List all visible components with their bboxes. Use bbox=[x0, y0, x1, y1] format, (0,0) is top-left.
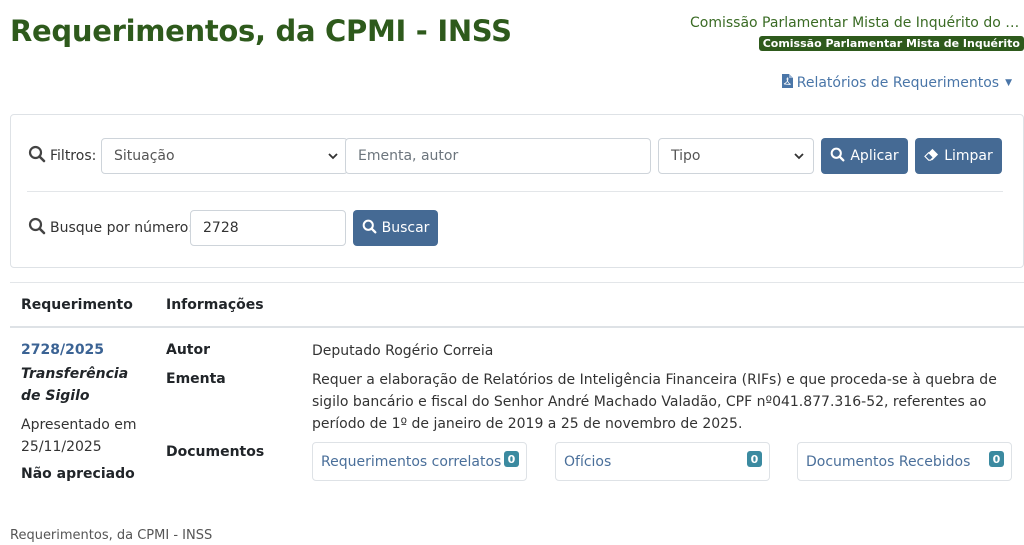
apply-button-label: Aplicar bbox=[850, 148, 899, 164]
received-documents-count-badge: 0 bbox=[989, 451, 1004, 467]
related-requirements-card[interactable]: Requerimentos correlatos 0 bbox=[312, 442, 527, 481]
filters-label-group: Filtros: bbox=[28, 138, 96, 174]
oficios-label: Ofícios bbox=[564, 454, 612, 470]
caret-down-icon: ▼ bbox=[1005, 78, 1012, 88]
search-icon bbox=[28, 145, 46, 167]
number-search-label: Busque por número: bbox=[50, 220, 193, 236]
chevron-down-icon bbox=[794, 153, 804, 160]
situacao-select[interactable]: Situação bbox=[101, 138, 348, 174]
tipo-select-value: Tipo bbox=[671, 148, 701, 164]
table-header-border bbox=[10, 326, 1024, 328]
table-top-border bbox=[10, 282, 1024, 283]
column-header-informacoes: Informações bbox=[166, 297, 264, 313]
search-button-label: Buscar bbox=[381, 220, 430, 236]
oficios-count-badge: 0 bbox=[747, 451, 762, 467]
author-label: Autor bbox=[166, 342, 211, 358]
requirement-subject: Transferência de Sigilo bbox=[21, 366, 129, 404]
reports-dropdown[interactable]: Relatórios de Requerimentos ▼ bbox=[781, 74, 1012, 92]
ementa-autor-input[interactable]: Ementa, autor bbox=[345, 138, 651, 174]
search-icon bbox=[362, 219, 377, 238]
related-requirements-label: Requerimentos correlatos bbox=[321, 454, 502, 470]
documents-label: Documentos bbox=[166, 444, 265, 460]
eraser-icon bbox=[924, 147, 939, 166]
tipo-select[interactable]: Tipo bbox=[658, 138, 814, 174]
oficios-card[interactable]: Ofícios 0 bbox=[555, 442, 770, 481]
ementa-label: Ementa bbox=[166, 371, 226, 387]
commission-name[interactable]: Comissão Parlamentar Mista de Inquérito … bbox=[690, 15, 1020, 31]
apply-button[interactable]: Aplicar bbox=[821, 138, 908, 174]
footer-text: Requerimentos, da CPMI - INSS bbox=[10, 528, 213, 543]
page-title: Requerimentos, da CPMI - INSS bbox=[10, 14, 512, 48]
search-button[interactable]: Buscar bbox=[353, 210, 438, 246]
filters-label: Filtros: bbox=[50, 148, 97, 164]
situacao-select-value: Situação bbox=[114, 148, 175, 164]
ementa-value: Requer a elaboração de Relatórios de Int… bbox=[312, 372, 997, 432]
commission-badge: Comissão Parlamentar Mista de Inquérito bbox=[758, 36, 1024, 51]
clear-button[interactable]: Limpar bbox=[915, 138, 1002, 174]
clear-button-label: Limpar bbox=[944, 148, 993, 164]
search-icon bbox=[830, 147, 845, 166]
filter-divider bbox=[27, 191, 1003, 192]
related-requirements-count-badge: 0 bbox=[504, 451, 519, 467]
chevron-down-icon bbox=[328, 153, 338, 160]
number-search-label-group: Busque por número: bbox=[28, 210, 193, 246]
ementa-autor-placeholder: Ementa, autor bbox=[358, 148, 459, 164]
pdf-icon bbox=[781, 74, 793, 92]
received-documents-card[interactable]: Documentos Recebidos 0 bbox=[797, 442, 1012, 481]
author-value: Deputado Rogério Correia bbox=[312, 343, 494, 359]
requirement-presented-date: Apresentado em 25/11/2025 bbox=[21, 417, 137, 455]
reports-dropdown-label: Relatórios de Requerimentos bbox=[796, 75, 1000, 91]
received-documents-label: Documentos Recebidos bbox=[806, 454, 971, 470]
column-header-requerimento: Requerimento bbox=[21, 297, 133, 313]
search-icon bbox=[28, 217, 46, 239]
requirement-number-link[interactable]: 2728/2025 bbox=[21, 342, 104, 358]
requirement-status: Não apreciado bbox=[21, 466, 135, 482]
number-input[interactable]: 2728 bbox=[190, 210, 346, 246]
filter-panel: Filtros: Situação Ementa, autor Tipo Apl… bbox=[10, 114, 1024, 268]
number-input-value: 2728 bbox=[203, 220, 239, 236]
